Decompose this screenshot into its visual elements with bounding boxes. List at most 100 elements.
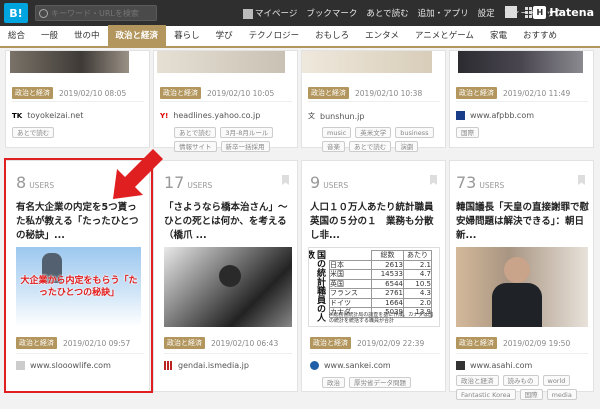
search-box[interactable]: [35, 5, 157, 21]
tab-politics-economy[interactable]: 政治と経済: [107, 25, 167, 47]
tab-entertainment[interactable]: エンタメ: [357, 25, 407, 47]
bookmark-icon[interactable]: [430, 175, 437, 185]
search-input[interactable]: [51, 8, 151, 18]
tag[interactable]: あとで読む: [174, 127, 217, 138]
nav-bookmark[interactable]: ブックマーク: [306, 7, 357, 19]
tag-list: あとで読む: [12, 127, 147, 138]
tag[interactable]: あとで読む: [12, 127, 55, 138]
entry-source[interactable]: www.sankei.com: [310, 361, 391, 370]
entry-thumbnail[interactable]: [157, 51, 285, 73]
tag[interactable]: Fantastic Korea: [456, 389, 516, 400]
entry-thumbnail[interactable]: [302, 51, 432, 73]
tag[interactable]: 厚労省データ問題: [349, 377, 411, 388]
tab-appliances[interactable]: 家電: [482, 25, 515, 47]
table-note: ※総務省統計局の調査を基に作成。カナダは国の統計を統括する職員が合計: [329, 312, 434, 324]
notification-icon[interactable]: [505, 6, 517, 18]
tag[interactable]: 国際: [456, 127, 479, 138]
tag[interactable]: 英米文学: [355, 127, 392, 138]
entry-meta: 政治と経済 2019/02/10 10:05: [160, 87, 274, 99]
source-domain: toyokeizai.net: [27, 111, 84, 120]
tab-recommended[interactable]: おすすめ: [515, 25, 565, 47]
tag[interactable]: 政治: [322, 377, 345, 388]
tag[interactable]: 3月-8月ルール: [220, 127, 274, 138]
tag[interactable]: 音楽: [322, 141, 345, 152]
entry-thumbnail[interactable]: [164, 247, 292, 327]
entry-thumbnail[interactable]: [456, 247, 588, 327]
tab-funny[interactable]: おもしろ: [307, 25, 357, 47]
category-badge[interactable]: 政治と経済: [456, 87, 497, 99]
hatena-brand[interactable]: H Hatena: [533, 6, 594, 19]
users-count[interactable]: 73 USERS: [456, 173, 504, 192]
hatena-logo-icon: H: [533, 6, 547, 19]
tab-society[interactable]: 世の中: [66, 25, 108, 47]
users-label: USERS: [323, 181, 349, 190]
tag[interactable]: business: [395, 127, 434, 138]
entry-source[interactable]: www.asahi.com: [456, 361, 532, 370]
entry-title[interactable]: 韓国議長「天皇の直接謝罪で慰安婦問題は解決できる」：朝日新...: [456, 201, 590, 243]
tag[interactable]: 新卒一括採用: [220, 141, 270, 152]
entry-card[interactable]: 73 USERS 韓国議長「天皇の直接謝罪で慰安婦問題は解決できる」：朝日新..…: [449, 160, 594, 400]
entry-thumbnail[interactable]: [458, 51, 583, 73]
source-domain: www.sankei.com: [324, 361, 391, 370]
tab-sougou[interactable]: 総合: [0, 25, 33, 47]
hatena-bookmark-logo[interactable]: B!: [4, 3, 28, 23]
category-badge[interactable]: 政治と経済: [308, 87, 349, 99]
tag[interactable]: 国際: [519, 389, 543, 400]
entry-source[interactable]: www.afpbb.com: [456, 111, 534, 120]
tab-anime-game[interactable]: アニメとゲーム: [407, 25, 482, 47]
tab-learning[interactable]: 学び: [208, 25, 241, 47]
table-cell: 英国: [329, 278, 372, 289]
favicon-icon: 文: [308, 112, 315, 120]
category-badge[interactable]: 政治と経済: [310, 337, 351, 349]
table-cell: 10.5: [403, 278, 432, 289]
users-count[interactable]: 17 USERS: [164, 173, 212, 192]
tag-list: 国際: [456, 127, 591, 138]
entry-source[interactable]: 文 bunshun.jp: [308, 111, 364, 121]
entry-card[interactable]: 政治と経済 2019/02/10 08:05 TK toyokeizai.net…: [5, 50, 150, 148]
entry-card[interactable]: 9 USERS 人口１０万人あたり統計職員 英国の５分の１ 業務も分散し非...…: [301, 160, 446, 392]
annotation-arrow-icon: [113, 149, 163, 199]
tag[interactable]: 読みもの: [502, 375, 539, 386]
tag[interactable]: 演劇: [395, 141, 419, 152]
entry-source[interactable]: TK toyokeizai.net: [12, 111, 83, 120]
nav-add-app[interactable]: 追加・アプリ: [418, 7, 469, 19]
entry-thumbnail[interactable]: [10, 51, 129, 73]
nav-settings[interactable]: 設定: [478, 7, 495, 19]
tag[interactable]: world: [542, 375, 571, 386]
category-badge[interactable]: 政治と経済: [160, 87, 201, 99]
entry-title[interactable]: 人口１０万人あたり統計職員 英国の５分の１ 業務も分散し非...: [310, 201, 443, 243]
table-cell: 2.1: [403, 259, 432, 270]
users-count[interactable]: 9 USERS: [310, 173, 348, 192]
person-face-graphic: [504, 257, 530, 283]
entry-card[interactable]: 政治と経済 2019/02/10 10:05 Y! headlines.yaho…: [153, 50, 298, 152]
entry-date: 2019/02/09 19:50: [503, 338, 571, 348]
tab-technology[interactable]: テクノロジー: [241, 25, 308, 47]
tag[interactable]: music: [322, 127, 352, 138]
tag[interactable]: あとで読む: [349, 141, 392, 152]
entry-thumbnail[interactable]: 国の統計職員の人数 総数 あたり 日本 2613 2.1 米国 14533 4.7 英国 6…: [308, 247, 440, 327]
tab-general[interactable]: 一般: [33, 25, 66, 47]
source-domain: gendai.ismedia.jp: [178, 361, 249, 370]
entry-card[interactable]: 政治と経済 2019/02/10 10:38 文 bunshun.jp musi…: [301, 50, 446, 152]
bookmark-icon[interactable]: [578, 175, 585, 185]
category-badge[interactable]: 政治と経済: [164, 337, 205, 349]
entry-card[interactable]: 政治と経済 2019/02/10 11:49 www.afpbb.com 国際: [449, 50, 594, 148]
tag[interactable]: media: [546, 389, 577, 400]
entry-title[interactable]: 「さようなら橋本治さん」～ひとの死とは何か、を考える（橋爪 ...: [164, 201, 294, 243]
tag[interactable]: 情報サイト: [174, 141, 217, 152]
nav-read-later[interactable]: あとで読む: [366, 7, 408, 19]
category-badge[interactable]: 政治と経済: [456, 337, 497, 349]
hatena-brand-label: Hatena: [549, 6, 594, 19]
entry-source[interactable]: gendai.ismedia.jp: [164, 361, 249, 370]
entry-meta: 政治と経済 2019/02/10 06:43: [164, 337, 278, 349]
table-cell: 1664: [371, 297, 404, 308]
entry-card[interactable]: 17 USERS 「さようなら橋本治さん」～ひとの死とは何か、を考える（橋爪 .…: [153, 160, 298, 392]
category-badge[interactable]: 政治と経済: [12, 87, 53, 99]
tag[interactable]: 政治と経済: [456, 375, 499, 386]
entry-source[interactable]: Y! headlines.yahoo.co.jp: [160, 111, 260, 120]
tab-life[interactable]: 暮らし: [166, 25, 208, 47]
table-row: 英国 6544 10.5: [329, 278, 432, 289]
statistics-table: 総数 あたり 日本 2613 2.1 米国 14533 4.7 英国 6544 10.5 フラ…: [329, 250, 432, 318]
nav-mypage[interactable]: マイページ: [243, 7, 297, 19]
bookmark-icon[interactable]: [282, 175, 289, 185]
